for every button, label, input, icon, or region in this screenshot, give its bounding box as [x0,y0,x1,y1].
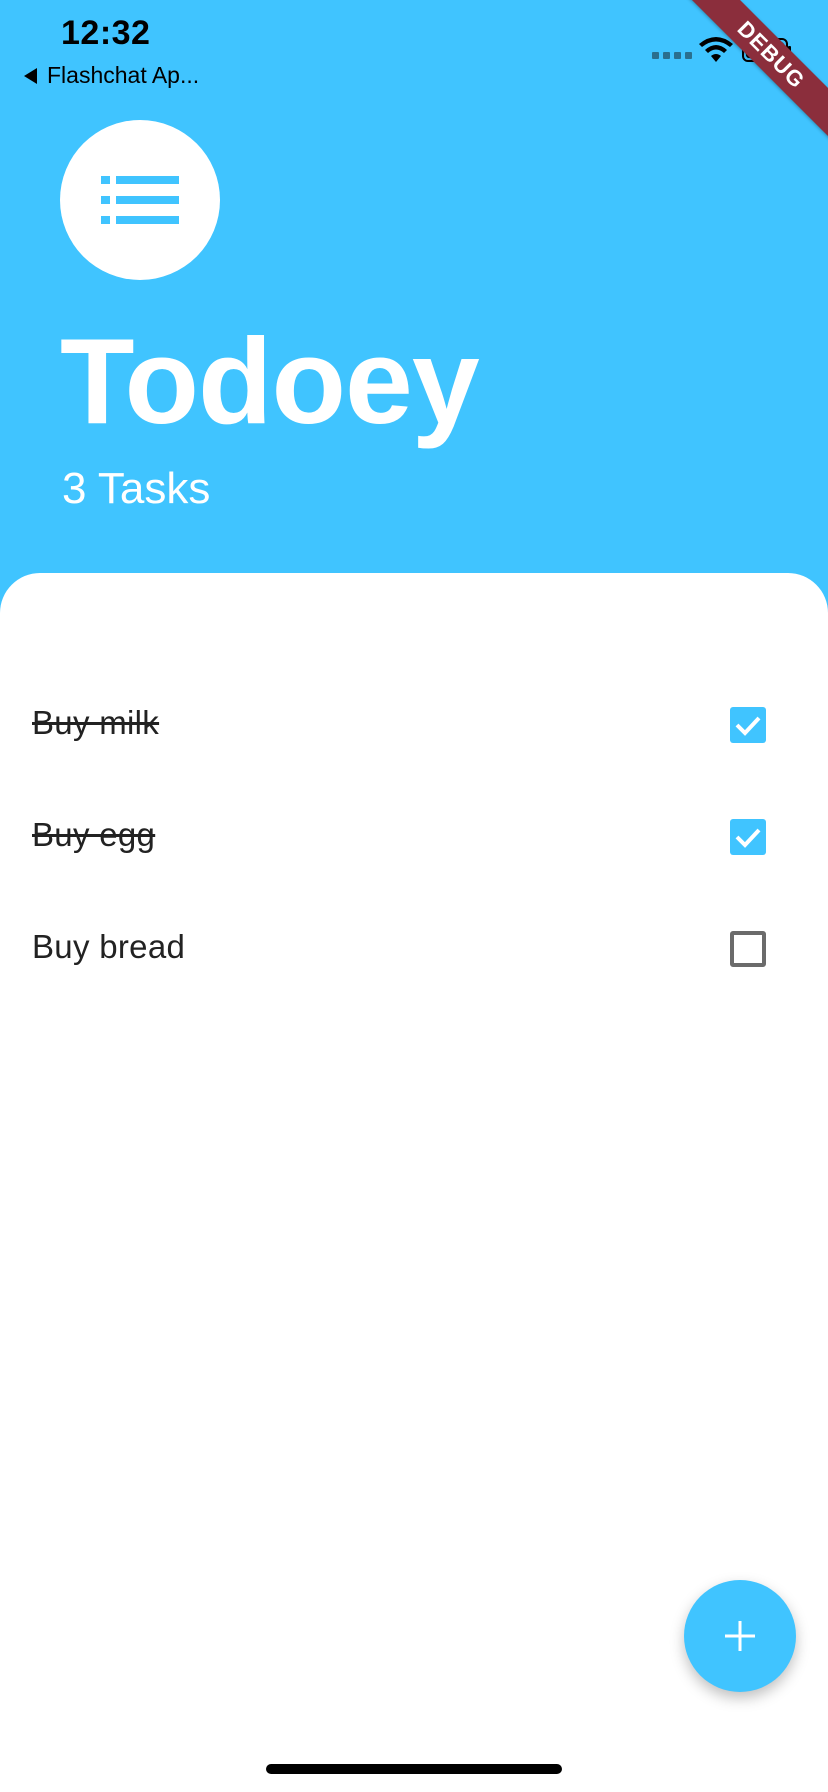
back-app-label: Flashchat Ap... [47,62,200,88]
add-task-button[interactable] [684,1580,796,1692]
task-checkbox-unchecked[interactable] [730,931,766,967]
app-screen: 12:32 Flashchat Ap... DEBUG Todoey 3 Tas… [0,0,828,1792]
app-title: Todoey [60,313,480,449]
task-row[interactable]: Buy egg [0,803,828,873]
home-indicator [266,1764,562,1774]
task-checkbox-checked[interactable] [730,707,766,743]
task-title: Buy egg [32,816,156,853]
task-title: Buy bread [32,928,186,965]
plus-icon [725,1621,755,1651]
debug-banner: DEBUG [677,0,828,149]
wifi-icon [699,37,733,62]
task-row[interactable]: Buy milk [0,691,828,761]
back-arrow-icon [24,67,37,84]
check-icon [735,828,761,848]
status-time: 12:32 [61,14,151,52]
task-row[interactable]: Buy bread [0,915,828,985]
task-count: 3 Tasks [62,464,211,513]
task-title: Buy milk [32,704,160,741]
task-checkbox-checked[interactable] [730,819,766,855]
check-icon [735,716,761,736]
cellular-signal-icon [652,52,692,59]
list-icon [101,176,179,224]
app-logo-circle [60,120,220,280]
back-to-app-link[interactable]: Flashchat Ap... [24,62,199,89]
